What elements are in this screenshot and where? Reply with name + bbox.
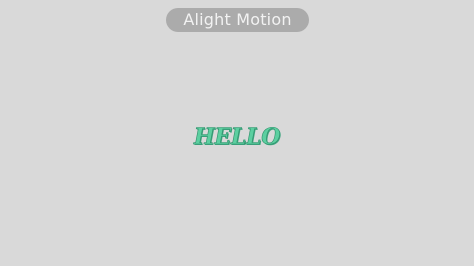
canvas-text-layer: HELLO: [193, 124, 281, 151]
watermark-label: Alight Motion: [183, 10, 292, 29]
app-watermark-badge: Alight Motion: [166, 8, 309, 32]
